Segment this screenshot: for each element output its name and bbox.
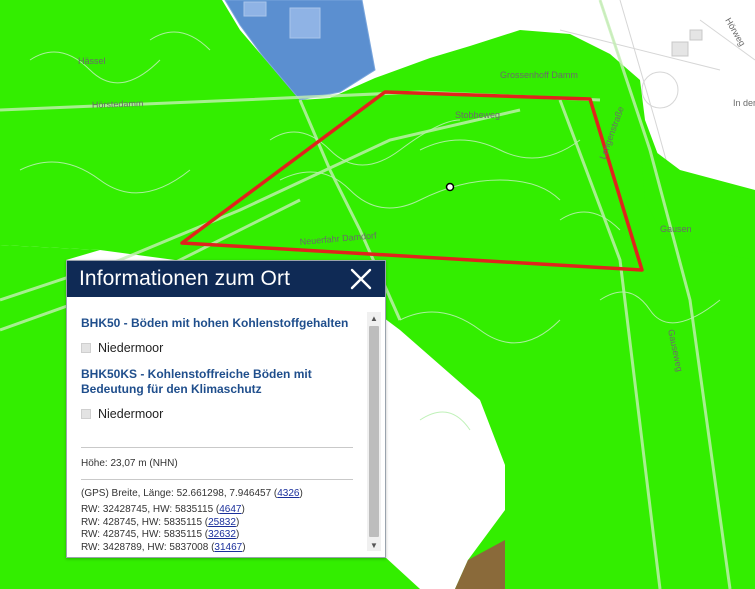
coord-row: RW: 428745, HW: 5835115 (25832) [81, 516, 240, 528]
map-label-road-2: Grossenhoff Damm [500, 70, 578, 80]
coord-text: RW: 428745, HW: 5835115 ( [81, 529, 209, 540]
gps-coordinates: (GPS) Breite, Länge: 52.661298, 7.946457… [81, 487, 303, 499]
coord-row: RW: 3428789, HW: 5837008 (31467) [81, 541, 246, 553]
map-label-road-3: Stobbeweg [455, 110, 500, 120]
scroll-down-arrow-icon[interactable]: ▼ [367, 539, 381, 551]
scroll-thumb[interactable] [369, 326, 379, 537]
panel-header: Informationen zum Ort [67, 261, 385, 297]
map-label-area-1: Hässel [78, 56, 106, 66]
epsg-link-4326[interactable]: 4326 [277, 488, 299, 499]
coord-row: RW: 428745, HW: 5835115 (32632) [81, 529, 240, 540]
scrollbar[interactable]: ▲ ▼ [367, 312, 381, 551]
info-panel: Informationen zum Ort BHK50 - Böden mit … [66, 260, 386, 558]
divider [81, 447, 353, 448]
location-marker[interactable] [445, 182, 455, 192]
panel-title: Informationen zum Ort [79, 267, 291, 290]
legend-row-bhk50: Niedermoor [81, 341, 353, 355]
close-button[interactable] [347, 265, 375, 293]
soil-area-green-lower-left[interactable] [66, 556, 420, 589]
legend-swatch [81, 343, 91, 353]
legend-swatch [81, 409, 91, 419]
coord-text: RW: 32428745, HW: 5835115 ( [81, 504, 220, 515]
epsg-link[interactable]: 31467 [214, 542, 242, 553]
legend-label: Niedermoor [98, 407, 164, 421]
divider [81, 478, 353, 480]
gps-text: (GPS) Breite, Länge: 52.661298, 7.946457… [81, 487, 278, 499]
section-title-bhk50: BHK50 - Böden mit hohen Kohlenstoffgehal… [81, 316, 349, 330]
section-title-bhk50ks: BHK50KS - Kohlenstoffreiche Böden mit Be… [81, 367, 312, 396]
legend-row-bhk50ks: Niedermoor [81, 407, 353, 421]
height-value: Höhe: 23,07 m (NHN) [81, 458, 178, 469]
map-label-road-4: Gausen [660, 224, 692, 234]
map-label-place-1: In der [733, 98, 755, 108]
scroll-up-arrow-icon[interactable]: ▲ [367, 312, 381, 324]
epsg-link[interactable]: 25832 [208, 517, 236, 528]
close-icon [350, 268, 372, 290]
panel-content: BHK50 - Böden mit hohen Kohlenstoffgehal… [81, 316, 353, 554]
coord-text: RW: 3428789, HW: 5837008 ( [81, 541, 215, 553]
panel-body[interactable]: BHK50 - Böden mit hohen Kohlenstoffgehal… [67, 298, 385, 557]
coord-row: RW: 32428745, HW: 5835115 (4647) [81, 504, 245, 515]
epsg-link[interactable]: 32632 [208, 529, 236, 540]
legend-label: Niedermoor [98, 341, 164, 355]
epsg-link[interactable]: 4647 [219, 504, 241, 515]
coord-text: RW: 428745, HW: 5835115 ( [81, 516, 209, 528]
map-label-road-1: Hörstedamm [92, 98, 144, 110]
